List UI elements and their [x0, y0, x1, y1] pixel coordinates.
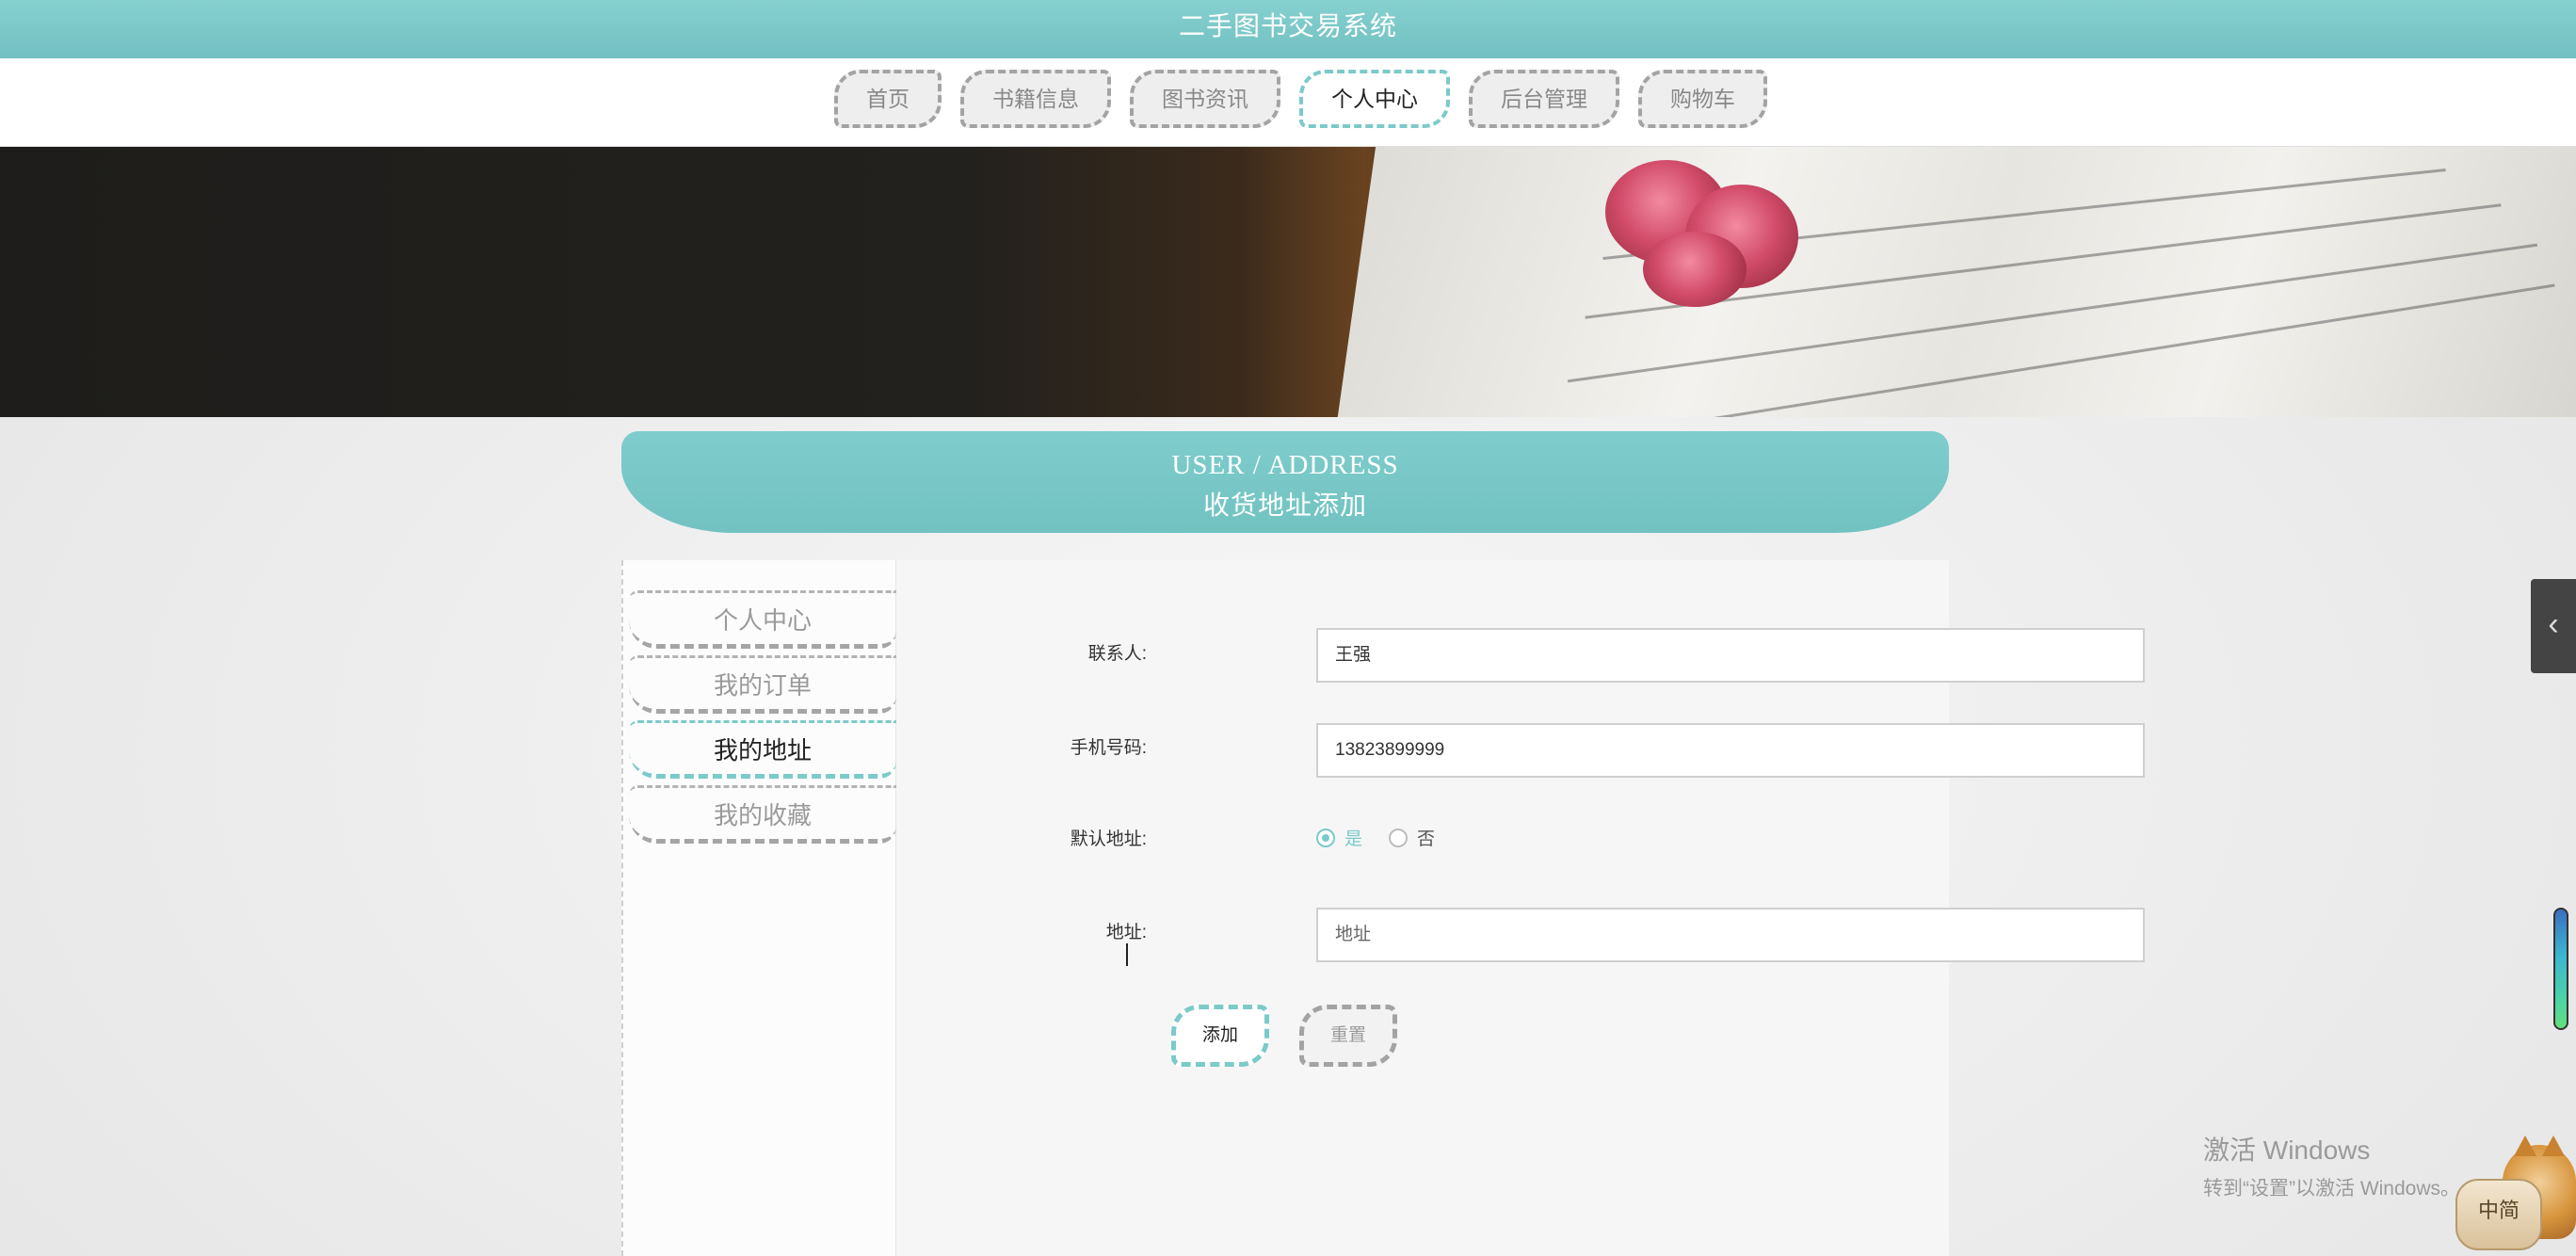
default-address-radio-group: 是 否 — [1316, 825, 1435, 850]
section-header: USER / ADDRESS 收货地址添加 — [621, 431, 1949, 533]
side-panel-toggle[interactable]: ‹ — [2531, 579, 2576, 673]
rose-flower-graphic — [1643, 232, 1747, 307]
default-no-radio[interactable] — [1389, 828, 1409, 847]
nav-item-admin[interactable]: 后台管理 — [1469, 70, 1619, 128]
sidebar-item-personal-center[interactable]: 个人中心 — [629, 590, 896, 649]
default-no-label[interactable]: 否 — [1417, 825, 1435, 850]
address-form: 联系人: 王强 手机号码: 13823899999 默认地址: 是 否 地址: … — [896, 560, 2145, 1256]
nav-item-books[interactable]: 书籍信息 — [960, 70, 1111, 128]
windows-activation-watermark: 激活 Windows 转到“设置”以激活 Windows。 — [2203, 1130, 2460, 1201]
section-title-en: USER / ADDRESS — [1171, 450, 1399, 480]
nav-list: 首页 书籍信息 图书资讯 个人中心 后台管理 购物车 — [834, 70, 1767, 128]
sidebar-item-my-orders[interactable]: 我的订单 — [629, 655, 896, 714]
default-address-label: 默认地址: — [1070, 829, 1147, 849]
address-input[interactable]: 地址 — [1316, 908, 2145, 962]
top-title-bar: 二手图书交易系统 — [0, 0, 2576, 58]
chevron-left-icon: ‹ — [2548, 606, 2559, 642]
nav-item-cart[interactable]: 购物车 — [1638, 70, 1767, 128]
phone-input[interactable]: 13823899999 — [1316, 723, 2145, 778]
watermark-subtitle: 转到“设置”以激活 Windows。 — [2203, 1178, 2461, 1200]
add-button[interactable]: 添加 — [1171, 1005, 1269, 1067]
content-card: 个人中心 我的订单 我的地址 我的收藏 联系人: 王强 手机号码: 138238… — [621, 560, 2145, 1256]
sheet-music-book-graphic — [1333, 147, 2576, 417]
default-yes-label[interactable]: 是 — [1344, 825, 1362, 850]
nav-item-home[interactable]: 首页 — [834, 70, 942, 128]
main-nav: 首页 书籍信息 图书资讯 个人中心 后台管理 购物车 — [0, 58, 2576, 147]
watermark-title: 激活 Windows — [2203, 1135, 2371, 1165]
sidebar-item-my-favorites[interactable]: 我的收藏 — [629, 785, 896, 844]
nav-item-personal-center[interactable]: 个人中心 — [1299, 70, 1450, 128]
ime-mode-badge[interactable]: 中简 — [2455, 1179, 2542, 1250]
section-title-cn: 收货地址添加 — [1202, 491, 1367, 521]
scroll-progress-indicator[interactable] — [2553, 908, 2568, 1030]
site-title: 二手图书交易系统 — [1178, 10, 1397, 41]
contact-input[interactable]: 王强 — [1316, 628, 2145, 683]
hero-banner-image — [0, 147, 2576, 417]
nav-item-news[interactable]: 图书资讯 — [1130, 70, 1280, 128]
address-label: 地址: — [1105, 923, 1147, 942]
reset-button[interactable]: 重置 — [1299, 1005, 1397, 1067]
text-cursor-icon — [1126, 943, 1130, 966]
contact-label: 联系人: — [1087, 644, 1147, 664]
ime-widget[interactable]: 中简 — [2455, 1135, 2576, 1256]
sidebar-item-my-address[interactable]: 我的地址 — [629, 720, 896, 779]
default-yes-radio[interactable] — [1316, 828, 1335, 847]
phone-label: 手机号码: — [1070, 738, 1147, 758]
user-sidebar: 个人中心 我的订单 我的地址 我的收藏 — [621, 560, 896, 1256]
